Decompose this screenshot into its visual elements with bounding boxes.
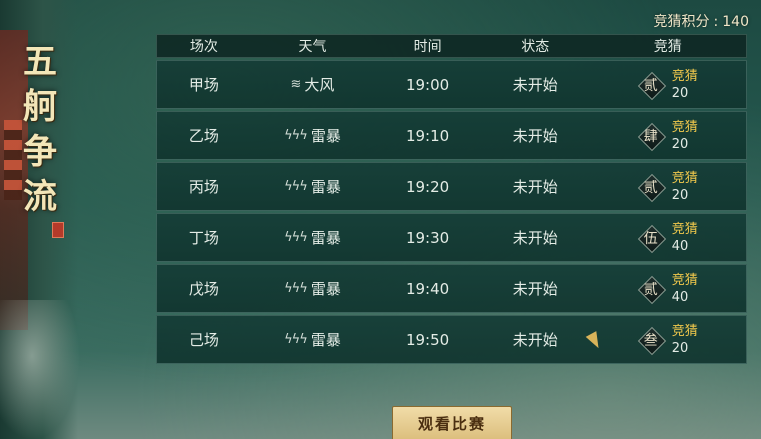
odds-badge-icon: 叁 bbox=[638, 327, 664, 353]
table-row: 甲场 ≋ 大风 19:00 未开始 贰 竞猜 20 bbox=[156, 60, 747, 109]
bet-label: 竞猜 bbox=[671, 272, 698, 288]
weather-label: 雷暴 bbox=[310, 229, 341, 247]
header-weather: 天气 bbox=[298, 39, 327, 55]
bet-info: 竞猜 20 bbox=[672, 323, 698, 357]
match-status: 未开始 bbox=[512, 178, 558, 196]
wind-icon: ≋ bbox=[290, 77, 302, 92]
header-time: 时间 bbox=[413, 39, 442, 55]
bet-label: 竞猜 bbox=[671, 170, 698, 186]
table-row: 己场 ϟϟϟ 雷暴 19:50 未开始 叁 竞猜 20 bbox=[156, 315, 747, 364]
odds-badge-icon: 贰 bbox=[638, 276, 664, 302]
watch-match-button[interactable]: 观看比赛 bbox=[392, 406, 512, 439]
match-time: 19:00 bbox=[405, 75, 450, 94]
odds-badge-icon: 贰 bbox=[638, 72, 664, 98]
bet-info: 竞猜 20 bbox=[672, 170, 698, 204]
bet-label: 竞猜 bbox=[671, 323, 698, 339]
bet-label: 竞猜 bbox=[671, 119, 698, 135]
thunderstorm-icon: ϟϟϟ bbox=[284, 332, 308, 347]
bet-value: 20 bbox=[671, 136, 689, 152]
thunderstorm-icon: ϟϟϟ bbox=[284, 179, 308, 194]
bet-value: 20 bbox=[671, 340, 689, 356]
bet-button[interactable]: 肆 竞猜 20 bbox=[590, 119, 746, 153]
seal-stamp bbox=[52, 222, 64, 238]
bet-value: 40 bbox=[671, 238, 689, 254]
match-status: 未开始 bbox=[512, 280, 558, 298]
match-time: 19:30 bbox=[405, 228, 450, 247]
bet-value: 20 bbox=[671, 187, 689, 203]
fog-art bbox=[0, 300, 80, 439]
match-status: 未开始 bbox=[512, 127, 558, 145]
weather-label: 雷暴 bbox=[310, 280, 341, 298]
table-row: 丙场 ϟϟϟ 雷暴 19:20 未开始 贰 竞猜 20 bbox=[156, 162, 747, 211]
match-time: 19:20 bbox=[405, 177, 450, 196]
game-title: 五 舸 争 流 bbox=[14, 42, 66, 217]
match-status: 未开始 bbox=[512, 229, 558, 247]
weather-label: 雷暴 bbox=[310, 178, 341, 196]
bet-button[interactable]: 贰 竞猜 20 bbox=[590, 68, 746, 102]
thunderstorm-icon: ϟϟϟ bbox=[284, 230, 308, 245]
match-name: 甲场 bbox=[188, 76, 219, 94]
match-table: 场次 天气 时间 状态 竞猜 甲场 ≋ 大风 19:00 未开始 贰 竞猜 20… bbox=[156, 34, 747, 364]
title-char: 争 bbox=[23, 132, 57, 172]
weather-cell: ≋ 大风 bbox=[251, 74, 375, 95]
weather-label: 大风 bbox=[304, 76, 335, 94]
bet-label: 竞猜 bbox=[671, 68, 698, 84]
header-bet: 竞猜 bbox=[653, 39, 682, 55]
weather-cell: ϟϟϟ 雷暴 bbox=[251, 125, 375, 146]
bet-button[interactable]: 贰 竞猜 40 bbox=[590, 272, 746, 306]
weather-cell: ϟϟϟ 雷暴 bbox=[251, 227, 375, 248]
table-header: 场次 天气 时间 状态 竞猜 bbox=[156, 34, 747, 58]
points-label: 竞猜积分 bbox=[653, 14, 710, 30]
bet-button[interactable]: 贰 竞猜 20 bbox=[590, 170, 746, 204]
odds-badge-icon: 伍 bbox=[638, 225, 664, 251]
match-status: 未开始 bbox=[512, 76, 558, 94]
weather-cell: ϟϟϟ 雷暴 bbox=[251, 176, 375, 197]
weather-label: 雷暴 bbox=[310, 331, 341, 349]
bet-info: 竞猜 40 bbox=[672, 272, 698, 306]
points-separator: : bbox=[713, 14, 719, 30]
match-time: 19:40 bbox=[405, 279, 450, 298]
bet-info: 竞猜 20 bbox=[672, 119, 698, 153]
table-row: 丁场 ϟϟϟ 雷暴 19:30 未开始 伍 竞猜 40 bbox=[156, 213, 747, 262]
title-char: 流 bbox=[23, 177, 57, 217]
odds-badge-icon: 贰 bbox=[638, 174, 664, 200]
title-char: 五 bbox=[23, 42, 57, 82]
match-name: 戊场 bbox=[188, 280, 219, 298]
match-name: 丙场 bbox=[188, 178, 219, 196]
bet-info: 竞猜 40 bbox=[672, 221, 698, 255]
bet-value: 40 bbox=[671, 289, 689, 305]
bet-value: 20 bbox=[671, 85, 689, 101]
header-match: 场次 bbox=[189, 39, 218, 55]
match-time: 19:10 bbox=[405, 126, 450, 145]
match-name: 己场 bbox=[188, 331, 219, 349]
points-value: 140 bbox=[722, 14, 749, 30]
match-name: 乙场 bbox=[188, 127, 219, 145]
match-status: 未开始 bbox=[512, 331, 558, 349]
header-status: 状态 bbox=[521, 39, 550, 55]
title-char: 舸 bbox=[23, 87, 57, 127]
match-time: 19:50 bbox=[405, 330, 450, 349]
bet-points: 竞猜积分:140 bbox=[654, 11, 749, 31]
bet-info: 竞猜 20 bbox=[672, 68, 698, 102]
weather-label: 雷暴 bbox=[310, 127, 341, 145]
bet-label: 竞猜 bbox=[671, 221, 698, 237]
table-row: 乙场 ϟϟϟ 雷暴 19:10 未开始 肆 竞猜 20 bbox=[156, 111, 747, 160]
thunderstorm-icon: ϟϟϟ bbox=[284, 281, 308, 296]
table-row: 戊场 ϟϟϟ 雷暴 19:40 未开始 贰 竞猜 40 bbox=[156, 264, 747, 313]
thunderstorm-icon: ϟϟϟ bbox=[284, 128, 308, 143]
bet-button[interactable]: 伍 竞猜 40 bbox=[590, 221, 746, 255]
weather-cell: ϟϟϟ 雷暴 bbox=[251, 329, 375, 350]
weather-cell: ϟϟϟ 雷暴 bbox=[251, 278, 375, 299]
bet-button[interactable]: 叁 竞猜 20 bbox=[590, 323, 746, 357]
match-name: 丁场 bbox=[188, 229, 219, 247]
odds-badge-icon: 肆 bbox=[638, 123, 664, 149]
